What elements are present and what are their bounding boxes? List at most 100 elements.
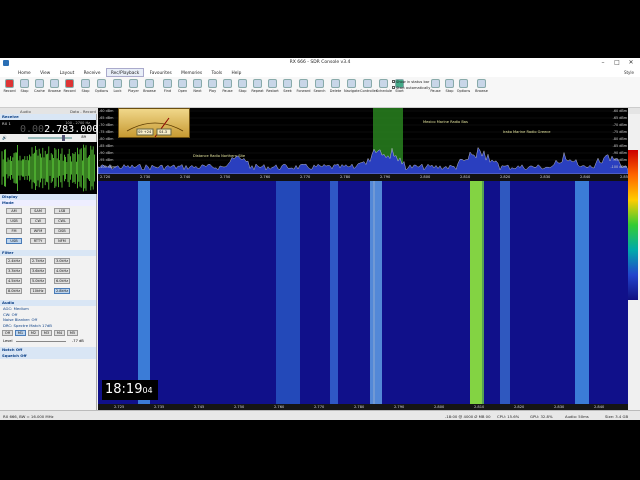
filter-button-grid: 2.4kHz 2.7kHz 3.0kHz 3.3kHz 3.6kHz 4.0kHz 4.5k… xyxy=(0,256,96,300)
waterfall-color-scale[interactable] xyxy=(628,150,638,300)
filter-button[interactable]: 8.0kHz xyxy=(6,288,22,294)
delete-icon xyxy=(331,79,340,88)
memory-m2-button[interactable]: M2 xyxy=(28,330,39,336)
memory-m1-button[interactable]: M1 xyxy=(15,330,26,336)
tab-rec-playback[interactable]: Rec/Playback xyxy=(105,68,145,77)
search-button[interactable]: Search xyxy=(312,79,327,99)
level-row: Level -77 dB xyxy=(0,337,96,345)
spectrum-signal-path xyxy=(98,146,628,174)
db-scale-label-right: -70 dBm xyxy=(612,123,627,127)
memory-m4-button[interactable]: M4 xyxy=(54,330,65,336)
pause-button[interactable]: Pause xyxy=(220,79,235,99)
stop-button[interactable]: Stop xyxy=(442,79,457,99)
navigate-button[interactable]: Navigate xyxy=(344,79,360,99)
mode-button[interactable]: NFM xyxy=(54,238,70,244)
ribbon-button-label: Browse xyxy=(143,89,156,93)
mode-button[interactable]: CWL xyxy=(54,218,70,224)
restart-button[interactable]: Restart xyxy=(265,79,280,99)
scheduler-checkbox-2[interactable]: Start automatically xyxy=(392,86,430,90)
filter-button[interactable]: 3.3kHz xyxy=(6,268,22,274)
forward-icon xyxy=(299,79,308,88)
frequency-tick-label: 2.800 xyxy=(420,175,431,179)
mode-button[interactable]: CW xyxy=(30,218,46,224)
frequency-tick-label: 2.730 xyxy=(140,175,151,179)
play-button[interactable]: Play xyxy=(205,79,220,99)
speaker-icon[interactable]: 🔊 xyxy=(2,135,7,140)
mode-button[interactable]: FM xyxy=(6,228,22,234)
filter-button[interactable]: 3.0kHz xyxy=(54,258,70,264)
next-button[interactable]: Next xyxy=(190,79,205,99)
mode-button[interactable]: AM xyxy=(6,208,22,214)
filter-button[interactable]: 10kHz xyxy=(30,288,46,294)
ribbon-button-label: Open xyxy=(177,89,188,93)
volume-slider-thumb[interactable] xyxy=(62,135,65,141)
stop-button[interactable]: Stop xyxy=(78,79,93,99)
frequency-tick-label: 2.820 xyxy=(514,405,525,409)
squelch-header[interactable]: Squelch Off xyxy=(0,353,96,359)
waterfall-display[interactable] xyxy=(98,181,628,404)
player-icon xyxy=(129,79,138,88)
record-button[interactable]: Record xyxy=(62,79,77,99)
browse-button[interactable]: Browse xyxy=(142,79,157,99)
checkbox-icon xyxy=(392,86,395,89)
lock-button[interactable]: Lock xyxy=(110,79,125,99)
db-scale-label-right: -90 dBm xyxy=(612,151,627,155)
station-label[interactable]: Irako Marine Radio Greece xyxy=(503,130,550,134)
find-button[interactable]: Find xyxy=(160,79,175,99)
level-slider[interactable] xyxy=(16,341,66,342)
minimize-icon[interactable]: – xyxy=(596,58,610,68)
ribbon-toolbar: Record Stop Cache Browse Record Stop Options Lo… xyxy=(0,77,640,108)
status-audio: Audio: 50ms xyxy=(565,414,589,419)
folder-icon xyxy=(477,79,486,88)
stop-button[interactable]: Stop xyxy=(235,79,250,99)
station-label[interactable]: Distance Radio Northern Site xyxy=(193,154,245,158)
filter-button[interactable]: 6.0kHz xyxy=(54,278,70,284)
memory-m3-button[interactable]: M3 xyxy=(41,330,52,336)
filter-button[interactable]: 2.4kHz xyxy=(6,258,22,264)
seek-button[interactable]: Seek xyxy=(280,79,295,99)
mode-button[interactable]: USB xyxy=(6,218,22,224)
maximize-icon[interactable]: □ xyxy=(610,58,624,68)
open-button[interactable]: Open xyxy=(175,79,190,99)
schedule-button[interactable]: Schedule xyxy=(376,79,392,99)
memory-off-button[interactable]: Off xyxy=(2,330,13,336)
forward-button[interactable]: Forward xyxy=(296,79,311,99)
delete-button[interactable]: Delete xyxy=(328,79,343,99)
style-menu[interactable]: Style xyxy=(624,70,634,75)
filter-button[interactable]: 5.0kHz xyxy=(30,278,46,284)
ribbon-button-label: Lock xyxy=(113,89,122,93)
options-button[interactable]: Options xyxy=(94,79,109,99)
mode-button[interactable]: SAM xyxy=(30,208,46,214)
repeat-button[interactable]: Repeat xyxy=(250,79,265,99)
volume-slider[interactable] xyxy=(28,137,72,139)
db-scale-label-right: -80 dBm xyxy=(612,137,627,141)
stop-button[interactable]: Stop xyxy=(17,79,32,99)
db-scale-label-left: -60 dBm xyxy=(99,109,114,113)
frequency-display[interactable]: RX 1 100 - 2700 Hz 0.002.783.000 xyxy=(0,120,98,135)
mode-button[interactable]: USB xyxy=(6,238,22,244)
player-button[interactable]: Player xyxy=(126,79,141,99)
filter-button[interactable]: 2.8kHz xyxy=(54,288,70,294)
options-button[interactable]: Options xyxy=(456,79,471,99)
filter-button[interactable]: 2.7kHz xyxy=(30,258,46,264)
browse-button[interactable]: Browse xyxy=(474,79,489,99)
mode-button[interactable]: LSB xyxy=(54,208,70,214)
station-label[interactable]: Mexico Marine Radio Bas xyxy=(423,120,468,124)
filter-button[interactable]: 4.0kHz xyxy=(54,268,70,274)
record-button[interactable]: Record xyxy=(2,79,17,99)
memory-m5-button[interactable]: M5 xyxy=(67,330,78,336)
db-scale-label-left: -65 dBm xyxy=(99,116,114,120)
mode-button[interactable]: RTTY xyxy=(30,238,46,244)
scheduler-checkbox-1[interactable]: Show in status bar xyxy=(392,80,429,84)
browse-button[interactable]: Browse xyxy=(47,79,62,99)
close-icon[interactable]: ✕ xyxy=(624,58,638,68)
filter-button[interactable]: 3.6kHz xyxy=(30,268,46,274)
cache-button[interactable]: Cache xyxy=(32,79,47,99)
controller-button[interactable]: Controller xyxy=(360,79,377,99)
filter-button[interactable]: 4.5kHz xyxy=(6,278,22,284)
s-meter-reading-2: S4.3 xyxy=(159,130,167,134)
level-value: -77 dB xyxy=(72,339,84,343)
find-icon xyxy=(163,79,172,88)
mode-button[interactable]: DSB xyxy=(54,228,70,234)
mode-button[interactable]: WFM xyxy=(30,228,46,234)
